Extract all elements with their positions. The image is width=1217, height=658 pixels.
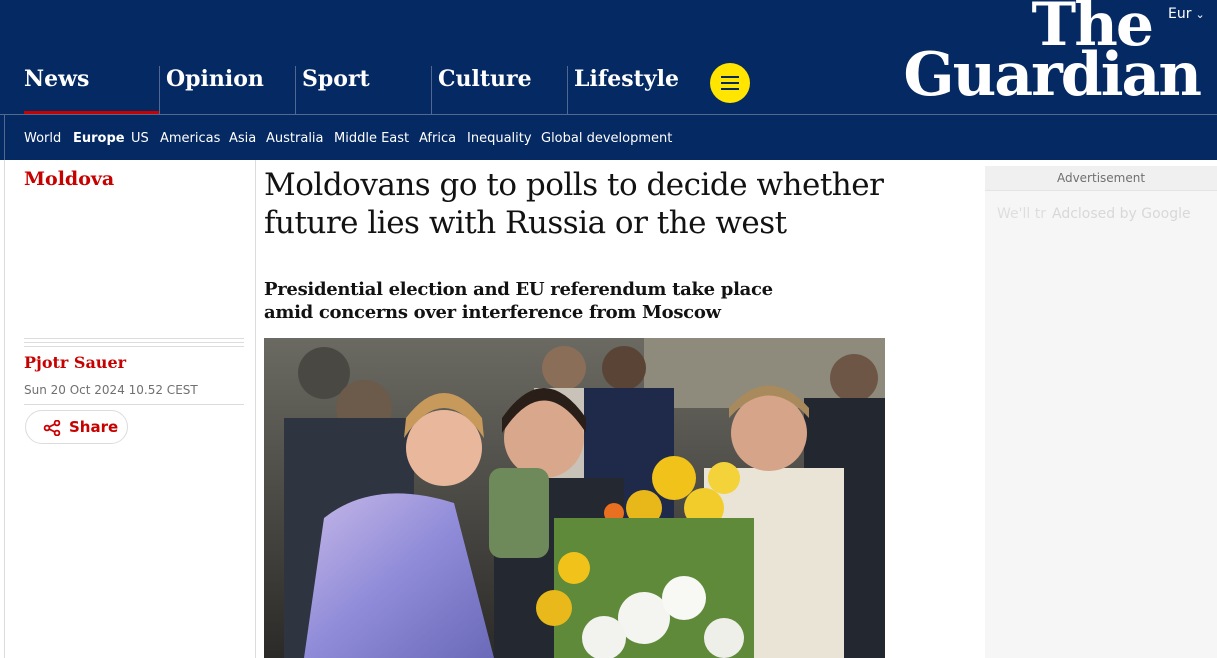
byline-author[interactable]: Pjotr Sauer xyxy=(24,353,126,372)
hamburger-icon-bar xyxy=(721,82,739,84)
ad-closed-text[interactable]: Adclosed by Google xyxy=(1052,206,1191,222)
subnav-item-middle-east[interactable]: Middle East xyxy=(334,131,409,146)
subnav: World Europe US Americas Asia Australia … xyxy=(4,115,1217,160)
subnav-item-inequality[interactable]: Inequality xyxy=(467,131,532,146)
pillar-label: Lifestyle xyxy=(574,66,679,92)
share-label: Share xyxy=(69,418,119,436)
subnav-item-asia[interactable]: Asia xyxy=(229,131,256,146)
pillar-label: Sport xyxy=(302,66,370,92)
subnav-item-global-development[interactable]: Global development xyxy=(541,131,672,146)
byline-rules xyxy=(24,338,244,351)
subnav-item-world[interactable]: World xyxy=(24,131,61,146)
subnav-item-africa[interactable]: Africa xyxy=(419,131,456,146)
pillar-label: Opinion xyxy=(166,66,264,92)
advertisement-slot xyxy=(985,166,1217,658)
article-headline: Moldovans go to polls to decide whether … xyxy=(264,167,884,241)
subnav-item-us[interactable]: US xyxy=(131,131,149,146)
subnav-item-americas[interactable]: Americas xyxy=(160,131,220,146)
publish-date[interactable]: Sun 20 Oct 2024 10.52 CEST xyxy=(24,383,198,397)
subnav-item-europe[interactable]: Europe xyxy=(73,131,125,146)
article-standfirst: Presidential election and EU referendum … xyxy=(264,279,773,323)
section-kicker[interactable]: Moldova xyxy=(24,168,114,190)
pillar-culture[interactable]: Culture xyxy=(431,66,568,114)
pillar-news[interactable]: News xyxy=(24,66,159,114)
hamburger-icon-bar xyxy=(721,88,739,90)
guardian-logo[interactable]: The Guardian xyxy=(878,0,1208,110)
share-icon xyxy=(43,420,61,436)
subnav-item-australia[interactable]: Australia xyxy=(266,131,324,146)
logo-line-2: Guardian xyxy=(903,40,1202,110)
pillar-opinion[interactable]: Opinion xyxy=(159,66,296,114)
photo-illustration xyxy=(264,338,885,658)
pillar-lifestyle[interactable]: Lifestyle xyxy=(567,66,704,114)
menu-button[interactable] xyxy=(710,63,750,103)
pillar-sport[interactable]: Sport xyxy=(295,66,432,114)
meta-divider xyxy=(24,404,244,405)
article-main-image[interactable] xyxy=(264,338,885,658)
pillar-label: Culture xyxy=(438,66,532,92)
pillar-label: News xyxy=(24,66,90,92)
left-column xyxy=(4,160,256,658)
advertisement-label: Advertisement xyxy=(985,166,1217,191)
hamburger-icon xyxy=(721,76,739,78)
share-button[interactable]: Share xyxy=(25,410,128,444)
